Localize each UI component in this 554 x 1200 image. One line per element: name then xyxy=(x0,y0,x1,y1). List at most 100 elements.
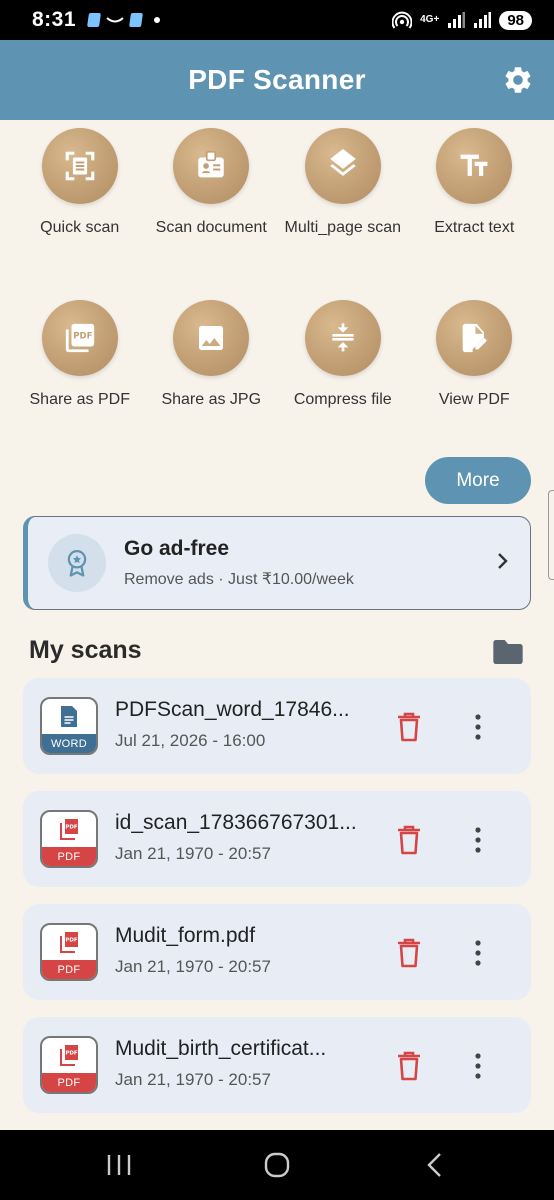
tool-icon-circle xyxy=(304,300,381,376)
tool-quick-scan[interactable]: Quick scan xyxy=(14,128,146,276)
my-scans-title: My scans xyxy=(29,636,142,664)
scan-name: id_scan_178366767301... xyxy=(115,811,357,834)
tool-view-pdf[interactable]: View PDF xyxy=(409,300,541,448)
tool-compress-file[interactable]: Compress file xyxy=(277,300,409,448)
image-icon xyxy=(199,326,224,350)
more-vert-icon[interactable] xyxy=(469,938,487,968)
trash-icon[interactable] xyxy=(396,1051,422,1081)
trash-icon[interactable] xyxy=(396,938,422,968)
layers-icon xyxy=(330,149,356,176)
tool-label: Extract text xyxy=(434,219,515,236)
scan-list-item[interactable]: PDF PDF Mudit_form.pdf Jan 21, 1970 - 20… xyxy=(23,904,531,1000)
tool-multi-page-scan[interactable]: Multi_page scan xyxy=(277,128,409,276)
app-title: PDF Scanner xyxy=(188,64,366,95)
recent-apps-icon xyxy=(107,1155,131,1175)
svg-text:PDF: PDF xyxy=(65,1051,78,1057)
scan-list: WORD PDFScan_word_17846... Jul 21, 2026 … xyxy=(23,678,531,1130)
battery-indicator: 98 xyxy=(499,10,532,30)
compress-icon xyxy=(332,323,354,352)
notification-icons xyxy=(87,13,161,27)
tool-scan-document[interactable]: Scan document xyxy=(146,128,278,276)
scan-name: Mudit_birth_certificat... xyxy=(115,1037,327,1060)
tools-grid: Quick scan Scan document Multi_page scan xyxy=(14,128,540,448)
app-bar: PDF Scanner xyxy=(0,40,554,120)
file-type-label: PDF xyxy=(42,960,96,979)
status-time: 8:31 xyxy=(32,8,77,31)
file-type-label: PDF xyxy=(42,847,96,866)
edge-panel-handle[interactable] xyxy=(548,490,554,580)
text-size-icon xyxy=(460,154,488,176)
trash-icon[interactable] xyxy=(396,712,422,742)
chevron-right-icon xyxy=(498,553,508,569)
notification-app-icon xyxy=(87,13,102,27)
document-icon xyxy=(61,706,77,727)
word-file-icon: WORD xyxy=(40,697,98,755)
ad-subtitle: Remove ads · Just ₹10.00/week xyxy=(124,571,354,588)
home-button[interactable] xyxy=(247,1145,307,1185)
tool-extract-text[interactable]: Extract text xyxy=(409,128,541,276)
hotspot-icon xyxy=(392,11,413,29)
tool-label: View PDF xyxy=(438,391,510,408)
pdf-stack-icon: PDF xyxy=(60,1045,78,1066)
file-type-label: PDF xyxy=(42,1073,96,1092)
more-vert-icon[interactable] xyxy=(469,712,487,742)
edit-document-icon xyxy=(462,323,487,353)
trash-icon[interactable] xyxy=(396,825,422,855)
tool-icon-circle xyxy=(436,300,513,376)
pdf-file-icon: PDF PDF xyxy=(40,810,98,868)
scan-list-item[interactable]: WORD PDFScan_word_17846... Jul 21, 2026 … xyxy=(23,678,531,774)
signal-icon xyxy=(448,12,466,28)
scan-name: PDFScan_word_17846... xyxy=(115,698,350,721)
scan-date: Jul 21, 2026 - 16:00 xyxy=(115,731,266,750)
folder-icon[interactable] xyxy=(492,638,524,666)
status-bar: 8:31 4G+ 98 xyxy=(0,0,554,40)
tool-icon-circle xyxy=(173,300,250,376)
network-type: 4G+ xyxy=(420,14,440,25)
pdf-stack-icon: PDF xyxy=(65,323,94,353)
notification-app-icon xyxy=(129,13,144,27)
scan-frame-icon xyxy=(65,151,95,181)
home-icon xyxy=(264,1152,290,1178)
pdf-stack-icon: PDF xyxy=(60,819,78,840)
gear-icon[interactable] xyxy=(502,64,534,96)
back-button[interactable] xyxy=(405,1145,465,1185)
id-card-icon xyxy=(198,150,224,178)
ad-title: Go ad-free xyxy=(124,537,230,560)
tool-icon-circle xyxy=(41,128,118,204)
more-vert-icon[interactable] xyxy=(469,825,487,855)
tool-share-as-pdf[interactable]: PDF Share as PDF xyxy=(14,300,146,448)
tool-share-as-jpg[interactable]: Share as JPG xyxy=(146,300,278,448)
scan-date: Jan 21, 1970 - 20:57 xyxy=(115,844,271,863)
more-vert-icon[interactable] xyxy=(469,1051,487,1081)
recent-apps-button[interactable] xyxy=(89,1145,149,1185)
tool-icon-circle xyxy=(304,128,381,204)
svg-text:PDF: PDF xyxy=(73,332,92,342)
tool-label: Share as JPG xyxy=(161,391,262,408)
pdf-file-icon: PDF PDF xyxy=(40,923,98,981)
tool-label: Multi_page scan xyxy=(284,219,401,236)
tool-icon-circle xyxy=(436,128,513,204)
ad-icon-circle xyxy=(48,534,106,592)
system-nav-bar xyxy=(0,1130,554,1200)
tool-label: Quick scan xyxy=(40,219,120,236)
tool-icon-circle xyxy=(173,128,250,204)
badge-icon xyxy=(67,550,87,577)
scan-date: Jan 21, 1970 - 20:57 xyxy=(115,1070,271,1089)
scan-name: Mudit_form.pdf xyxy=(115,924,256,947)
scan-list-item[interactable]: PDF PDF id_scan_178366767301... Jan 21, … xyxy=(23,791,531,887)
svg-text:PDF: PDF xyxy=(65,825,78,831)
more-button[interactable]: More xyxy=(425,457,531,504)
more-notifications-dot xyxy=(154,17,161,23)
tool-label: Share as PDF xyxy=(29,391,130,408)
go-ad-free-card[interactable]: Go ad-free Remove ads · Just ₹10.00/week xyxy=(23,516,531,610)
tool-label: Scan document xyxy=(155,219,267,236)
amazon-smile-icon xyxy=(106,17,124,23)
svg-text:PDF: PDF xyxy=(65,938,78,944)
signal-icon xyxy=(474,12,492,28)
pdf-stack-icon: PDF xyxy=(60,932,78,953)
tool-icon-circle: PDF xyxy=(41,300,118,376)
tool-label: Compress file xyxy=(293,391,392,408)
scan-list-item[interactable]: PDF PDF Mudit_birth_certificat... Jan 21… xyxy=(23,1017,531,1113)
scan-date: Jan 21, 1970 - 20:57 xyxy=(115,957,271,976)
back-icon xyxy=(427,1153,441,1177)
